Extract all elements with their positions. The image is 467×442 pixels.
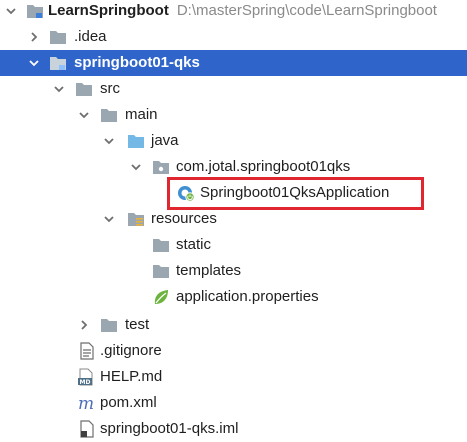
- folder-icon: [100, 106, 118, 124]
- maven-icon: m: [77, 394, 95, 412]
- tree-row-src[interactable]: src: [0, 76, 467, 102]
- module-label: springboot01-qks: [74, 54, 200, 71]
- chevron-right-icon[interactable]: [77, 318, 91, 332]
- chevron-down-icon[interactable]: [129, 160, 143, 174]
- app-properties-label: application.properties: [176, 288, 319, 305]
- chevron-down-icon[interactable]: [102, 134, 116, 148]
- tree-row-java[interactable]: java: [0, 128, 467, 154]
- src-folder-label: src: [100, 80, 120, 97]
- static-folder-label: static: [176, 236, 212, 253]
- tree-row-static[interactable]: static: [0, 232, 467, 258]
- idea-folder-label: .idea: [74, 28, 107, 45]
- text-file-icon: [78, 342, 96, 360]
- templates-folder-label: templates: [176, 262, 242, 279]
- tree-row-help[interactable]: MD HELP.md: [0, 364, 467, 390]
- source-folder-icon: [127, 132, 145, 150]
- module-folder-icon: [49, 54, 67, 72]
- folder-icon: [100, 316, 118, 334]
- module-folder-icon: [26, 2, 44, 20]
- tree-row-pom[interactable]: m pom.xml: [0, 390, 467, 416]
- help-file-label: HELP.md: [100, 368, 163, 385]
- package-icon: [152, 158, 170, 176]
- chevron-down-icon[interactable]: [27, 56, 41, 70]
- tree-row-templates[interactable]: templates: [0, 258, 467, 284]
- chevron-down-icon[interactable]: [102, 212, 116, 226]
- project-tree: LearnSpringboot D:\masterSpring\code\Lear…: [0, 0, 467, 442]
- chevron-down-icon[interactable]: [52, 82, 66, 96]
- folder-icon: [75, 80, 93, 98]
- markdown-file-icon: MD: [77, 368, 95, 386]
- tree-row-root[interactable]: LearnSpringboot D:\masterSpring\code\Lear…: [0, 0, 467, 24]
- tree-row-gitignore[interactable]: .gitignore: [0, 338, 467, 364]
- java-folder-label: java: [151, 132, 179, 149]
- tree-row-iml[interactable]: springboot01-qks.iml: [0, 416, 467, 442]
- root-project-label: LearnSpringboot: [48, 2, 169, 19]
- svg-text:MD: MD: [80, 379, 91, 386]
- chevron-down-icon[interactable]: [77, 108, 91, 122]
- root-project-path: D:\masterSpring\code\LearnSpringboot: [176, 2, 437, 19]
- folder-icon: [49, 28, 67, 46]
- resources-folder-icon: [127, 210, 145, 228]
- main-folder-label: main: [125, 106, 158, 123]
- tree-row-test[interactable]: test: [0, 312, 467, 338]
- chevron-right-icon[interactable]: [27, 30, 41, 44]
- svg-text:m: m: [78, 394, 94, 412]
- gitignore-label: .gitignore: [100, 342, 162, 359]
- chevron-down-icon[interactable]: [4, 4, 18, 18]
- spring-leaf-icon: [152, 288, 170, 306]
- tree-row-main[interactable]: main: [0, 102, 467, 128]
- tree-row-idea[interactable]: .idea: [0, 24, 467, 50]
- folder-icon: [152, 236, 170, 254]
- pom-file-label: pom.xml: [100, 394, 157, 411]
- highlight-annotation: [167, 177, 424, 210]
- iml-file-label: springboot01-qks.iml: [100, 420, 239, 437]
- iml-file-icon: [78, 420, 96, 438]
- folder-icon: [152, 262, 170, 280]
- test-folder-label: test: [125, 316, 150, 333]
- tree-row-app-properties[interactable]: application.properties: [0, 284, 467, 310]
- tree-row-module[interactable]: springboot01-qks: [0, 50, 467, 76]
